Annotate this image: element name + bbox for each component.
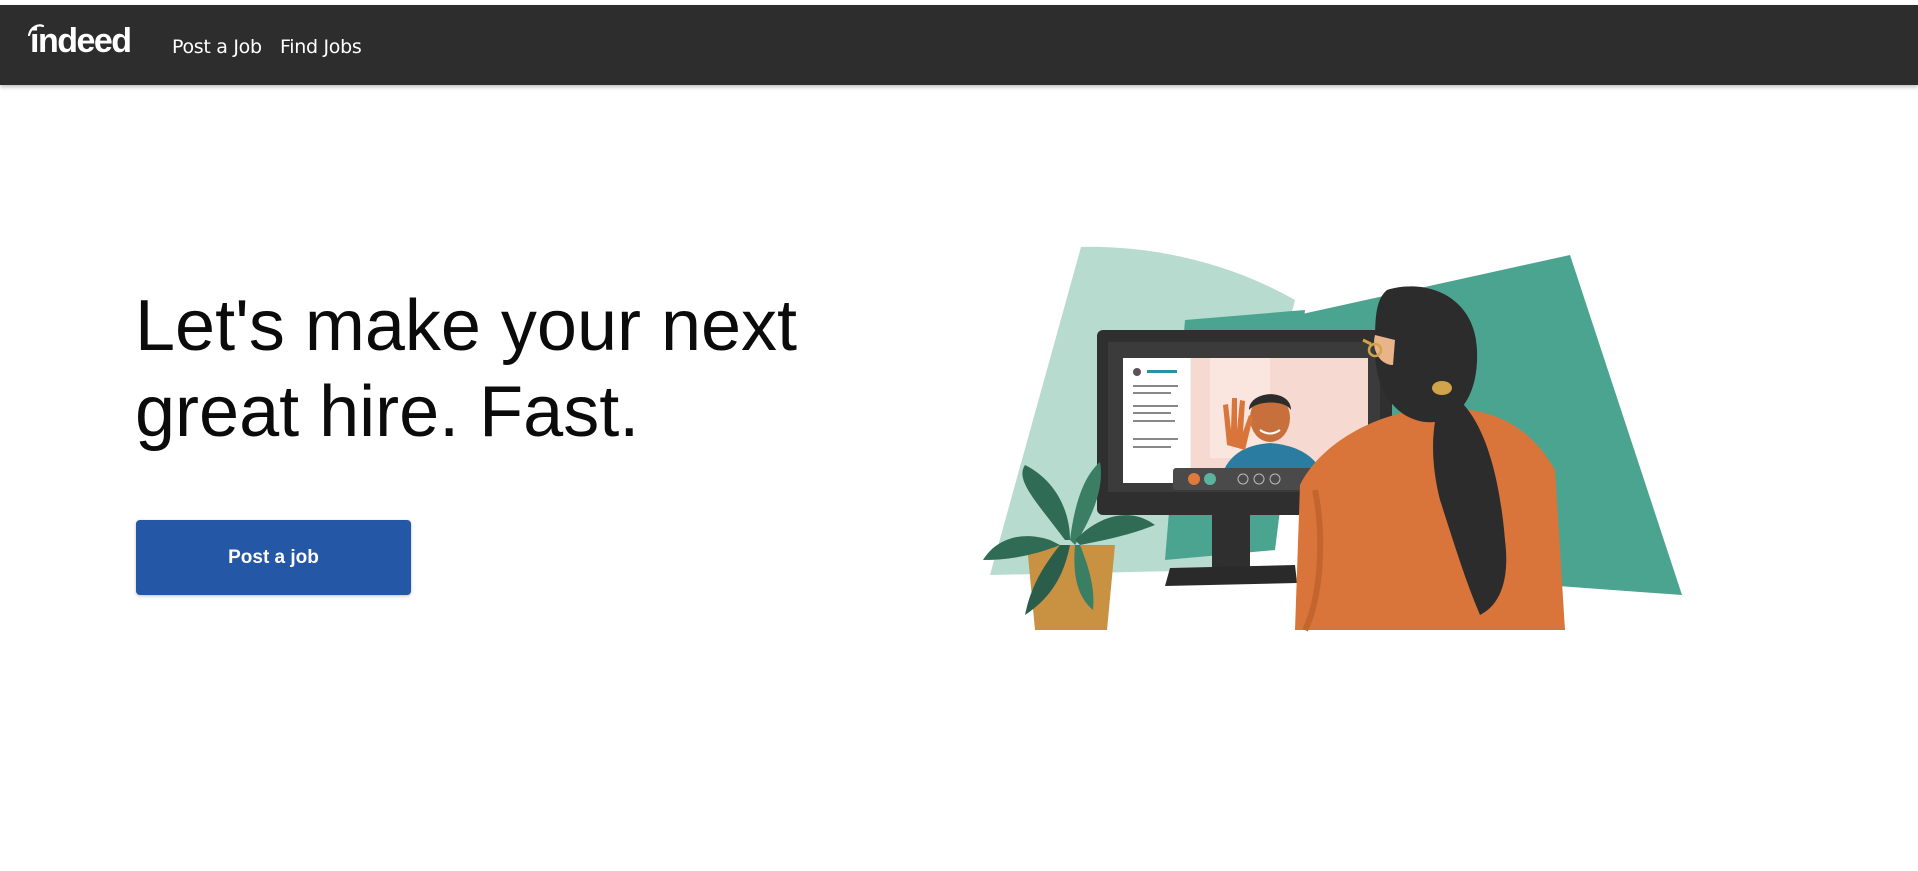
hero-title-line-1: Let's make your next	[135, 286, 798, 366]
video-interview-illustration	[983, 246, 1682, 632]
hero-title-line-2: great hire. Fast.	[135, 372, 640, 452]
nav-find-jobs[interactable]: Find Jobs	[280, 36, 362, 58]
hero-title: Let's make your next great hire. Fast.	[135, 283, 835, 455]
top-navbar: indeed Post a Job Find Jobs	[0, 5, 1918, 85]
logo-arc-icon	[28, 24, 44, 36]
logo-text: indeed	[30, 22, 132, 60]
monitor-stand	[1212, 515, 1250, 570]
nav-post-a-job[interactable]: Post a Job	[172, 36, 262, 58]
indeed-logo[interactable]: indeed	[28, 22, 132, 61]
post-a-job-button[interactable]: Post a job	[136, 520, 411, 595]
